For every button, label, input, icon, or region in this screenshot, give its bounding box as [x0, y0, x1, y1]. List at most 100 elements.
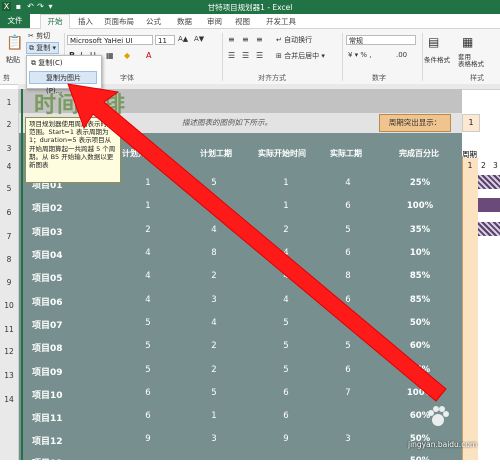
- task-name[interactable]: 项目03: [32, 225, 63, 238]
- actual-start-cell[interactable]: 6: [271, 388, 301, 398]
- actual-duration-cell[interactable]: 5: [333, 225, 363, 235]
- row-header[interactable]: 1: [0, 98, 18, 107]
- menu-item-copy-as-picture[interactable]: 复制为图片(P)...: [29, 71, 97, 95]
- actual-duration-cell[interactable]: 4: [333, 178, 363, 188]
- decimal-icon[interactable]: .00: [396, 51, 407, 59]
- task-name[interactable]: 项目11: [32, 411, 63, 424]
- tab-file[interactable]: 文件: [0, 14, 30, 28]
- percent-complete-cell[interactable]: 60%: [400, 341, 440, 351]
- actual-duration-cell[interactable]: 6: [333, 201, 363, 211]
- row-header[interactable]: 12: [0, 347, 18, 356]
- task-name[interactable]: 项目07: [32, 318, 63, 331]
- paste-button[interactable]: 粘贴: [6, 55, 20, 65]
- row-header[interactable]: 9: [0, 278, 18, 287]
- task-name[interactable]: 项目04: [32, 248, 63, 261]
- actual-duration-cell[interactable]: 5: [333, 341, 363, 351]
- plan-duration-cell[interactable]: 3: [199, 434, 229, 444]
- conditional-format-icon[interactable]: ▤: [428, 35, 439, 49]
- actual-duration-cell[interactable]: 6: [333, 248, 363, 258]
- font-name-select[interactable]: Microsoft YaHei UI: [67, 35, 153, 45]
- plan-start-cell[interactable]: 5: [133, 341, 163, 351]
- align-top-icon[interactable]: ≡: [228, 35, 235, 44]
- plan-start-cell[interactable]: 9: [133, 434, 163, 444]
- row-header[interactable]: 3: [0, 144, 18, 153]
- wrap-text-button[interactable]: ↵ 自动换行: [276, 35, 312, 45]
- tab-review[interactable]: 审阅: [207, 16, 222, 27]
- plan-duration-cell[interactable]: 4: [199, 318, 229, 328]
- task-name[interactable]: 项目10: [32, 388, 63, 401]
- plan-duration-cell[interactable]: 4: [199, 225, 229, 235]
- currency-icon[interactable]: ¥ ▾ % ,: [348, 51, 372, 59]
- format-table-button[interactable]: 套用 表格格式: [458, 54, 484, 68]
- conditional-format-button[interactable]: 条件格式: [424, 54, 450, 64]
- align-left-icon[interactable]: ☰: [228, 51, 235, 60]
- task-name[interactable]: 项目13: [32, 456, 63, 469]
- actual-duration-cell[interactable]: 6: [333, 365, 363, 375]
- grow-font-icon[interactable]: A▲: [178, 35, 188, 43]
- row-header[interactable]: 6: [0, 208, 18, 217]
- plan-duration-cell[interactable]: 5: [199, 388, 229, 398]
- tab-developer[interactable]: 开发工具: [266, 16, 296, 27]
- plan-duration-cell[interactable]: 8: [199, 248, 229, 258]
- task-name[interactable]: 项目08: [32, 341, 63, 354]
- percent-complete-cell[interactable]: 75%: [400, 365, 440, 375]
- plan-duration-cell[interactable]: 1: [199, 411, 229, 421]
- plan-start-cell[interactable]: 6: [133, 388, 163, 398]
- plan-start-cell[interactable]: 4: [133, 271, 163, 281]
- percent-complete-cell[interactable]: 35%: [400, 225, 440, 235]
- align-bottom-icon[interactable]: ≡: [256, 35, 263, 44]
- actual-duration-cell[interactable]: 3: [333, 434, 363, 444]
- plan-start-cell[interactable]: 5: [133, 365, 163, 375]
- tab-insert[interactable]: 插入: [78, 16, 93, 27]
- plan-start-cell[interactable]: 2: [133, 225, 163, 235]
- plan-duration-cell[interactable]: 5: [199, 178, 229, 188]
- task-name[interactable]: 项目12: [32, 434, 63, 447]
- row-header[interactable]: 13: [0, 371, 18, 380]
- actual-start-cell[interactable]: 5: [271, 318, 301, 328]
- actual-start-cell[interactable]: 2: [271, 225, 301, 235]
- tab-home[interactable]: 开始: [40, 14, 70, 29]
- border-icon[interactable]: ▦: [106, 51, 114, 60]
- percent-complete-cell[interactable]: 100%: [400, 201, 440, 211]
- plan-start-cell[interactable]: 4: [133, 295, 163, 305]
- number-format-select[interactable]: 常规: [346, 35, 416, 45]
- row-header[interactable]: 14: [0, 395, 18, 404]
- tab-view[interactable]: 视图: [235, 16, 250, 27]
- task-name[interactable]: 项目02: [32, 201, 63, 214]
- actual-start-cell[interactable]: 9: [271, 434, 301, 444]
- percent-complete-cell[interactable]: 50%: [400, 318, 440, 328]
- actual-start-cell[interactable]: 1: [271, 201, 301, 211]
- plan-duration-cell[interactable]: 2: [199, 365, 229, 375]
- actual-start-cell[interactable]: 1: [271, 178, 301, 188]
- actual-start-cell[interactable]: 4: [271, 271, 301, 281]
- percent-complete-cell[interactable]: 25%: [400, 178, 440, 188]
- actual-duration-cell[interactable]: 8: [333, 271, 363, 281]
- actual-start-cell[interactable]: 4: [271, 295, 301, 305]
- plan-duration-cell[interactable]: 2: [199, 271, 229, 281]
- shrink-font-icon[interactable]: A▼: [194, 35, 204, 43]
- font-color-icon[interactable]: A: [146, 51, 151, 60]
- merge-center-button[interactable]: ⊞ 合并后居中 ▾: [276, 51, 325, 61]
- tab-page-layout[interactable]: 页面布局: [104, 16, 134, 27]
- actual-duration-cell[interactable]: 7: [333, 388, 363, 398]
- plan-duration-cell[interactable]: 6: [199, 201, 229, 211]
- percent-complete-cell[interactable]: 85%: [400, 295, 440, 305]
- actual-start-cell[interactable]: 6: [271, 411, 301, 421]
- actual-duration-cell[interactable]: 6: [333, 295, 363, 305]
- percent-complete-cell[interactable]: 50%: [400, 456, 440, 466]
- actual-duration-cell[interactable]: 3: [333, 318, 363, 328]
- actual-start-cell[interactable]: 5: [271, 365, 301, 375]
- align-middle-icon[interactable]: ≡: [242, 35, 249, 44]
- row-header[interactable]: 11: [0, 325, 18, 334]
- menu-item-copy[interactable]: ⧉ 复制(C): [31, 57, 63, 70]
- plan-duration-cell[interactable]: 3: [199, 295, 229, 305]
- plan-start-cell[interactable]: 4: [133, 248, 163, 258]
- task-name[interactable]: 项目09: [32, 365, 63, 378]
- actual-start-cell[interactable]: 4: [271, 248, 301, 258]
- font-size-select[interactable]: 11: [155, 35, 175, 45]
- actual-start-cell[interactable]: 5: [271, 341, 301, 351]
- plan-start-cell[interactable]: 5: [133, 318, 163, 328]
- tab-formulas[interactable]: 公式: [146, 16, 161, 27]
- period-highlight-value[interactable]: 1: [462, 114, 480, 132]
- plan-start-cell[interactable]: 1: [133, 178, 163, 188]
